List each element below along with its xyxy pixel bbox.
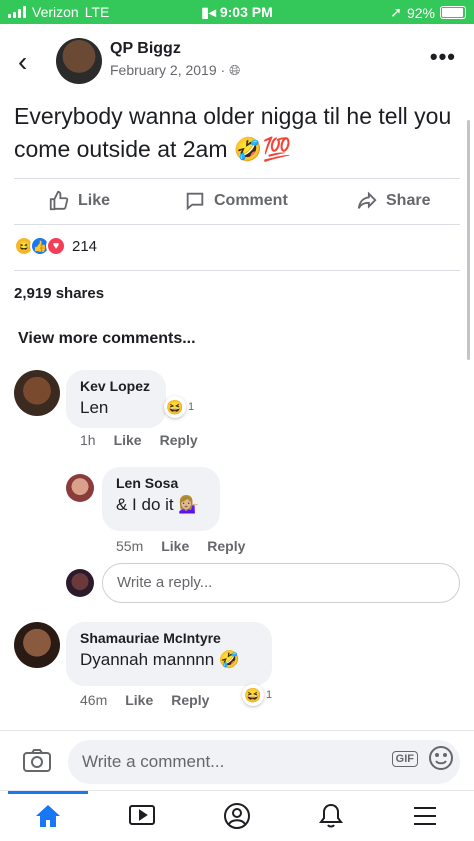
shares-count[interactable]: 2,919 shares bbox=[14, 285, 104, 302]
comment-time: 1h bbox=[80, 432, 96, 448]
comment-compose-bar: Write a comment... GIF bbox=[0, 730, 474, 790]
my-avatar bbox=[66, 569, 94, 597]
battery-icon bbox=[440, 6, 466, 19]
reply-author[interactable]: Len Sosa bbox=[116, 475, 206, 491]
comment-like-button[interactable]: Like bbox=[114, 432, 142, 448]
home-icon bbox=[36, 805, 60, 827]
active-tab-indicator bbox=[8, 791, 88, 794]
tab-home[interactable] bbox=[33, 801, 63, 831]
bell-icon bbox=[319, 803, 343, 828]
comment-bubble[interactable]: Kev Lopez Len bbox=[66, 370, 166, 428]
comment-avatar[interactable] bbox=[14, 370, 60, 416]
comment-text: Dyannah mannnn 🤣 bbox=[80, 650, 241, 669]
like-button[interactable]: Like bbox=[48, 190, 110, 212]
comment-reply-button[interactable]: Reply bbox=[171, 692, 209, 708]
menu-icon bbox=[414, 807, 436, 825]
reply-time: 55m bbox=[116, 538, 144, 554]
more-options-icon[interactable]: ••• bbox=[430, 44, 456, 70]
thumbs-up-icon bbox=[49, 190, 69, 211]
reaction-count: 214 bbox=[72, 237, 98, 255]
comment-author[interactable]: Shamauriae McIntyre bbox=[80, 630, 258, 646]
video-icon bbox=[129, 805, 155, 825]
comment-like-button[interactable]: Like bbox=[125, 692, 153, 708]
back-button[interactable]: ‹ bbox=[18, 46, 27, 78]
status-right: ➚ 92% bbox=[390, 4, 466, 21]
share-button[interactable]: Share bbox=[356, 190, 430, 212]
tab-watch[interactable] bbox=[127, 801, 157, 831]
poster-name[interactable]: QP Biggz bbox=[110, 40, 181, 58]
reply-bubble[interactable]: Len Sosa & I do it 💁🏼‍♀️ bbox=[102, 467, 220, 531]
comment-text: Len bbox=[80, 398, 109, 417]
share-label: Share bbox=[386, 192, 431, 209]
haha-reaction-icon: 😆 bbox=[242, 684, 264, 706]
reply-input[interactable]: Write a reply... bbox=[102, 563, 460, 603]
status-bar: Verizon LTE ▮◂ 9:03 PM ➚ 92% bbox=[0, 0, 474, 24]
reply-avatar[interactable] bbox=[66, 474, 94, 502]
gif-button[interactable]: GIF bbox=[391, 751, 418, 767]
divider bbox=[14, 270, 460, 271]
sticker-icon[interactable] bbox=[428, 745, 454, 771]
divider bbox=[14, 178, 460, 179]
reaction-summary[interactable]: 😆 👍 ♥ 214 bbox=[14, 236, 97, 256]
tab-menu[interactable] bbox=[410, 801, 440, 831]
poster-avatar[interactable] bbox=[56, 38, 102, 84]
post-date-text: February 2, 2019 · bbox=[110, 62, 230, 78]
scrollbar[interactable] bbox=[467, 120, 470, 360]
divider bbox=[14, 224, 460, 225]
comment-bubble[interactable]: Shamauriae McIntyre Dyannah mannnn 🤣 bbox=[66, 622, 272, 686]
view-more-comments[interactable]: View more comments... bbox=[18, 330, 196, 348]
comment-author[interactable]: Kev Lopez bbox=[80, 378, 152, 394]
bottom-tab-bar bbox=[0, 790, 474, 841]
location-icon: ➚ bbox=[390, 4, 402, 20]
tab-profile[interactable] bbox=[222, 801, 252, 831]
reply-text: & I do it 💁🏼‍♀️ bbox=[116, 495, 200, 514]
reply-reply-button[interactable]: Reply bbox=[207, 538, 245, 554]
reaction-count: 1 bbox=[266, 689, 273, 701]
haha-reaction-icon: 😆 bbox=[164, 396, 186, 418]
comment-button[interactable]: Comment bbox=[184, 190, 288, 212]
clock: 9:03 PM bbox=[219, 4, 273, 20]
profile-icon bbox=[224, 803, 250, 829]
comment-time: 46m bbox=[80, 692, 108, 708]
reply-like-button[interactable]: Like bbox=[161, 538, 189, 554]
camera-indicator-icon: ▮◂ bbox=[201, 4, 220, 20]
comment-meta: 1h Like Reply bbox=[80, 432, 198, 448]
globe-icon: 🌐︎ bbox=[229, 62, 241, 78]
battery-percent: 92% bbox=[406, 4, 435, 21]
camera-icon[interactable] bbox=[22, 747, 52, 773]
share-icon bbox=[357, 191, 377, 209]
comment-avatar[interactable] bbox=[14, 622, 60, 668]
comment-label: Comment bbox=[214, 192, 288, 209]
comment-reaction-badge[interactable]: 😆 1 bbox=[164, 396, 194, 418]
post-date: February 2, 2019 · 🌐︎ bbox=[110, 62, 240, 79]
comment-icon bbox=[186, 192, 204, 211]
comment-meta: 46m Like Reply bbox=[80, 692, 209, 708]
post-text: Everybody wanna older nigga til he tell … bbox=[14, 103, 452, 162]
reply-meta: 55m Like Reply bbox=[116, 538, 245, 554]
comment-reaction-badge[interactable]: 😆 1 bbox=[242, 684, 272, 706]
reaction-count: 1 bbox=[188, 401, 195, 413]
comment-reply-button[interactable]: Reply bbox=[160, 432, 198, 448]
love-reaction-icon: ♥ bbox=[46, 236, 66, 256]
tab-notifications[interactable] bbox=[316, 801, 346, 831]
like-label: Like bbox=[78, 192, 111, 209]
